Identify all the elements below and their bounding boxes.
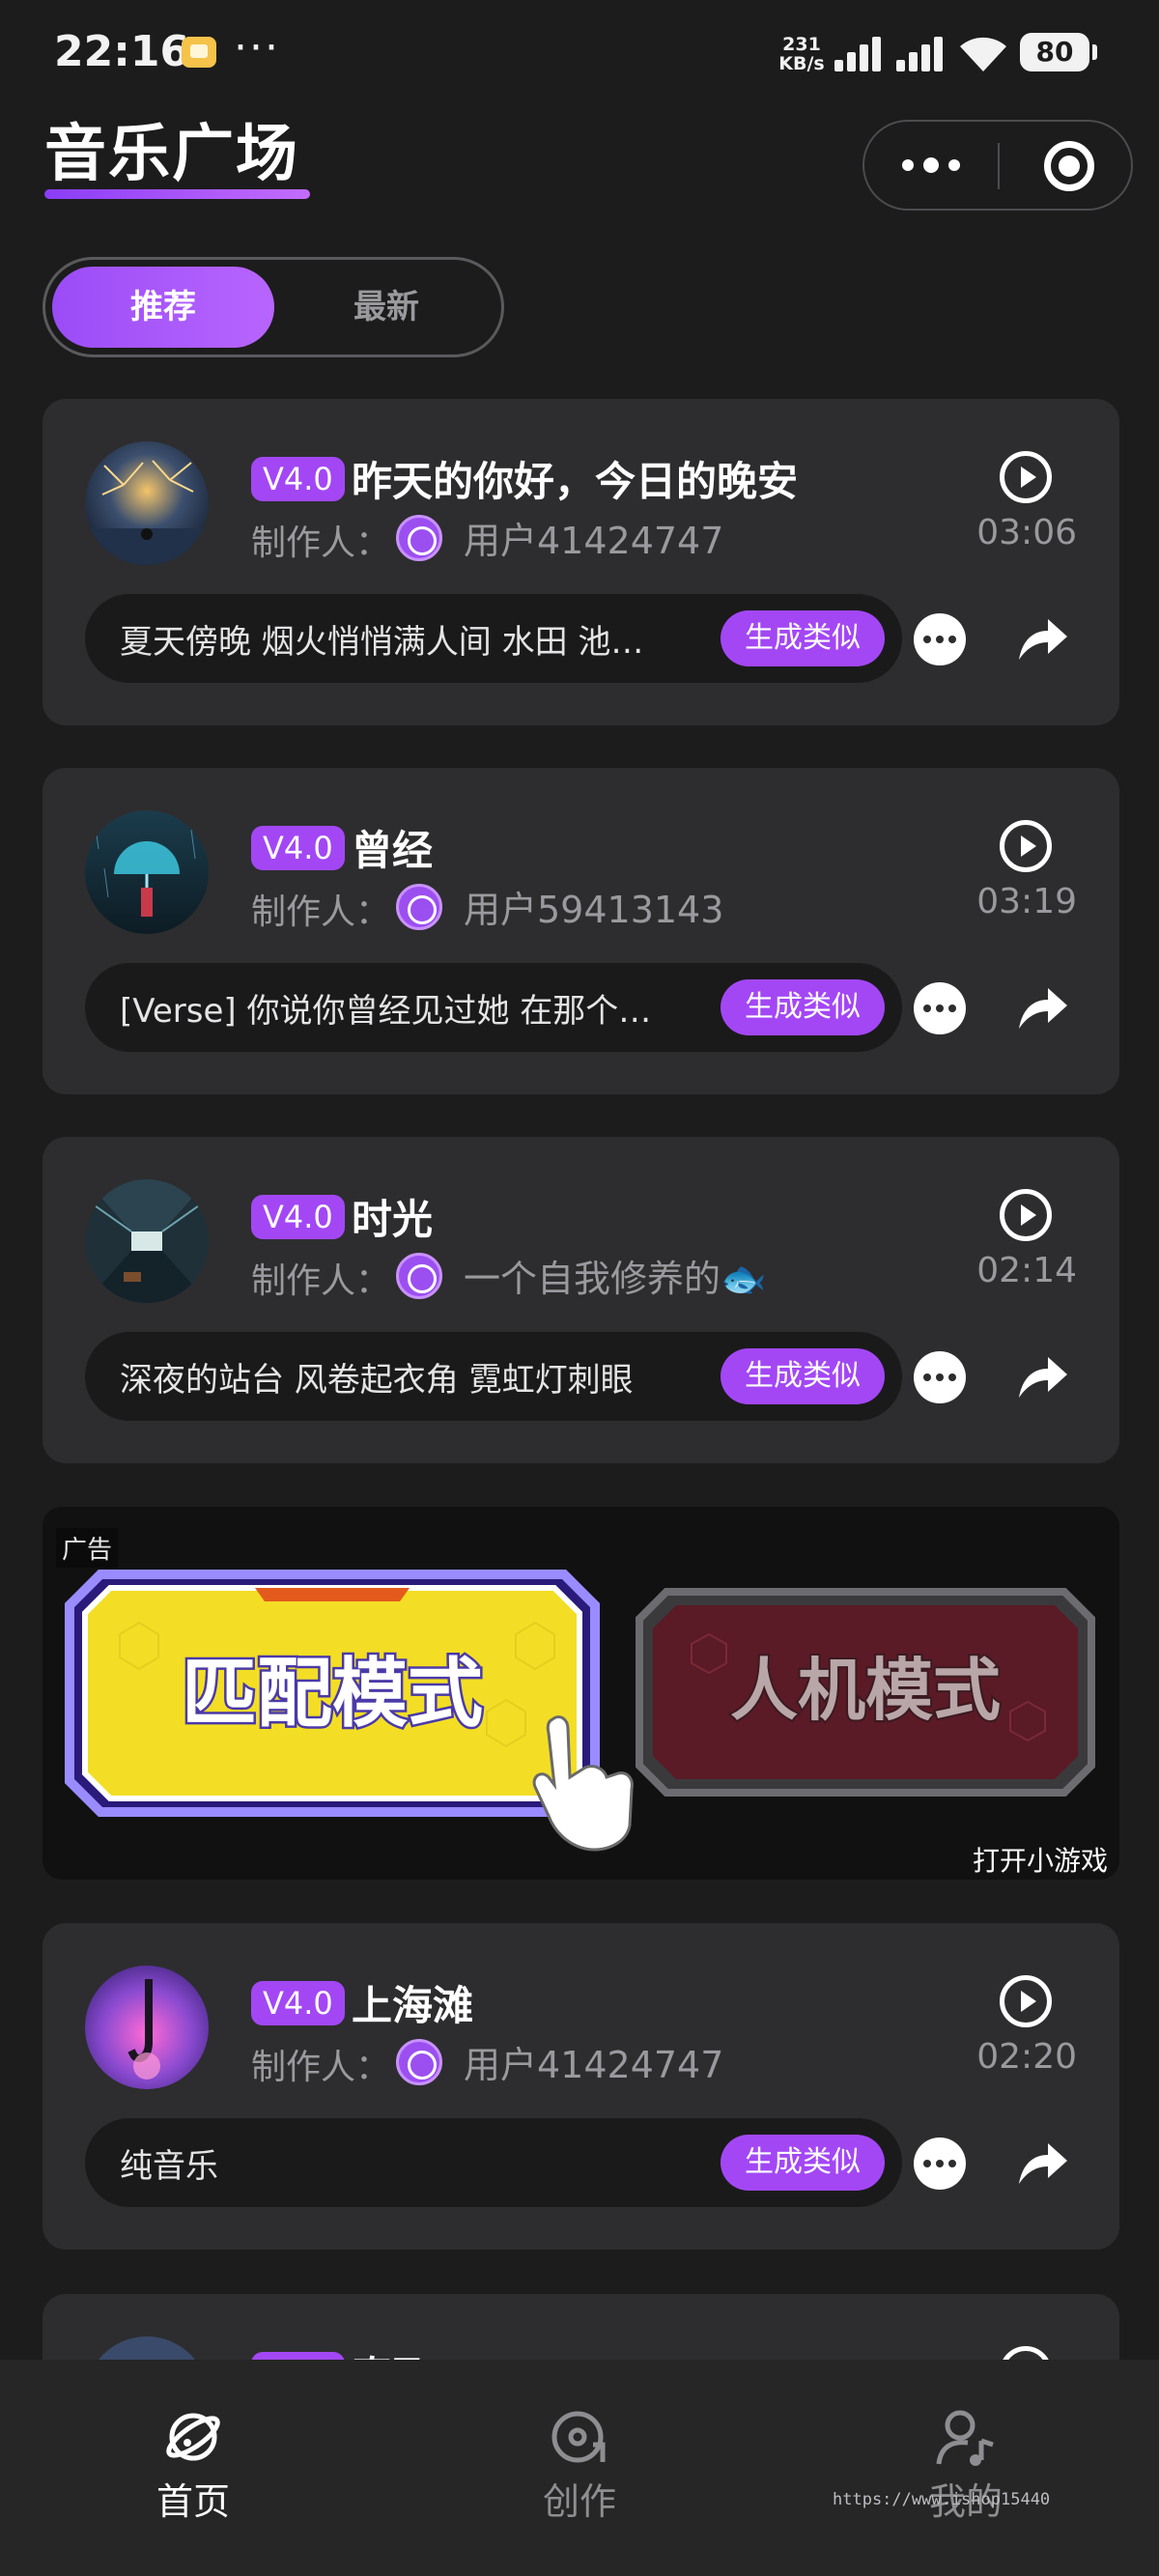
- song-cover[interactable]: [85, 441, 209, 565]
- song-duration: 02:20: [976, 2037, 1077, 2077]
- network-speed: 231 KB/s: [778, 34, 825, 74]
- tab-recommended[interactable]: 推荐: [52, 267, 274, 348]
- maker-avatar: [396, 884, 442, 930]
- lyrics-preview[interactable]: 纯音乐 生成类似: [85, 2118, 902, 2207]
- song-card[interactable]: V4.0 上海滩 制作人： 用户41424747 02:20 纯音乐 生成类似: [42, 1923, 1119, 2250]
- maker-label: 制作人：: [251, 892, 391, 932]
- song-duration: 03:06: [976, 513, 1077, 552]
- version-badge: V4.0: [251, 457, 345, 501]
- ad-banner[interactable]: 匹配模式 人机模式 广告 打开小游戏: [42, 1507, 1119, 1880]
- planet-icon: [166, 2413, 220, 2461]
- signal-icon: [834, 37, 885, 71]
- match-mode-graphic[interactable]: 匹配模式: [62, 1567, 603, 1820]
- song-card[interactable]: V4.0 昨天的你好，今日的晚安 制作人： 用户41424747 03:06 夏…: [42, 399, 1119, 725]
- more-icon[interactable]: [914, 982, 966, 1034]
- bottom-nav: 首页 创作 我的: [0, 2360, 1159, 2576]
- song-duration: 02:14: [976, 1251, 1077, 1290]
- disc-icon: [551, 2411, 606, 2463]
- play-icon[interactable]: [1000, 451, 1052, 503]
- ad-label[interactable]: 广告: [56, 1528, 119, 1568]
- battery-icon: 80: [1020, 33, 1097, 71]
- maker-label: 制作人：: [251, 1261, 391, 1301]
- status-time: 22:16: [54, 27, 190, 76]
- song-cover[interactable]: [85, 810, 209, 934]
- song-cover[interactable]: [85, 1966, 209, 2089]
- mini-program-capsule: [862, 120, 1133, 211]
- share-icon[interactable]: [1013, 978, 1071, 1036]
- generate-similar-button[interactable]: 生成类似: [721, 2135, 885, 2191]
- version-badge: V4.0: [251, 1195, 345, 1239]
- share-icon[interactable]: [1013, 2134, 1071, 2192]
- maker-avatar: [396, 2039, 442, 2085]
- more-options-icon[interactable]: [864, 122, 998, 209]
- lyrics-text: 深夜的站台 风卷起衣角 霓虹灯刺眼: [120, 1361, 634, 1400]
- lyrics-text: 夏天傍晚 烟火悄悄满人间 水田 池塘 晚风: [120, 623, 670, 662]
- lyrics-preview[interactable]: [Verse] 你说你曾经见过她 在那个雨夜 生成类似: [85, 963, 902, 1052]
- generate-similar-button[interactable]: 生成类似: [721, 979, 885, 1035]
- maker-label: 制作人：: [251, 2048, 391, 2087]
- status-bar: 22:16 ··· 231 KB/s 80: [0, 0, 1159, 97]
- ai-mode-text: 人机模式: [730, 1651, 1001, 1730]
- more-icon[interactable]: [914, 613, 966, 665]
- maker-name[interactable]: 一个自我修养的🐟: [464, 1249, 766, 1302]
- version-badge: V4.0: [251, 826, 345, 870]
- ai-mode-graphic[interactable]: 人机模式: [634, 1586, 1097, 1798]
- signal-icon: [896, 37, 947, 71]
- more-icon[interactable]: [914, 1351, 966, 1403]
- nav-home[interactable]: 首页: [97, 2406, 290, 2525]
- maker-name[interactable]: 用户41424747: [464, 511, 723, 564]
- status-more-icon: ···: [234, 23, 280, 72]
- song-card[interactable]: V4.0 曾经 制作人： 用户59413143 03:19 [Verse] 你说…: [42, 768, 1119, 1094]
- song-title: 时光: [352, 1196, 434, 1243]
- generate-similar-button[interactable]: 生成类似: [721, 610, 885, 666]
- nav-label: 创作: [542, 2480, 616, 2523]
- generate-similar-button[interactable]: 生成类似: [721, 1348, 885, 1404]
- lyrics-preview[interactable]: 深夜的站台 风卷起衣角 霓虹灯刺眼 生成类似: [85, 1332, 902, 1421]
- play-icon[interactable]: [1000, 1975, 1052, 2027]
- open-mini-game-link[interactable]: 打开小游戏: [973, 1840, 1108, 1879]
- share-icon[interactable]: [1013, 1347, 1071, 1405]
- tab-latest[interactable]: 最新: [275, 267, 497, 348]
- lyrics-text: 纯音乐: [120, 2147, 218, 2186]
- more-icon[interactable]: [914, 2137, 966, 2190]
- page-title: 音乐广场: [44, 119, 299, 190]
- wifi-icon: [960, 37, 1006, 71]
- capsule-divider: [998, 143, 1000, 189]
- play-icon[interactable]: [1000, 820, 1052, 872]
- song-title: 昨天的你好，今日的晚安: [352, 458, 799, 505]
- maker-name[interactable]: 用户41424747: [464, 2035, 723, 2088]
- version-badge: V4.0: [251, 1981, 345, 2025]
- music-square-page: 22:16 ··· 231 KB/s 80 音乐广场 推荐 最新 V4.0 昨天…: [0, 0, 1159, 2576]
- song-duration: 03:19: [976, 882, 1077, 921]
- user-music-icon: [936, 2410, 994, 2466]
- nav-label: 首页: [155, 2480, 230, 2523]
- pointing-hand-icon: [532, 1715, 634, 1852]
- maker-name[interactable]: 用户59413143: [464, 880, 723, 933]
- close-target-icon[interactable]: [1044, 141, 1094, 191]
- maker-label: 制作人：: [251, 524, 391, 563]
- song-card[interactable]: V4.0 时光 制作人： 一个自我修养的🐟 02:14 深夜的站台 风卷起衣角 …: [42, 1137, 1119, 1463]
- maker-avatar: [396, 1253, 442, 1299]
- notes-app-icon: [182, 37, 216, 68]
- title-underline: [44, 189, 310, 199]
- song-title: 曾经: [352, 827, 434, 874]
- song-cover[interactable]: [85, 1179, 209, 1303]
- tab-switch: 推荐 最新: [42, 257, 504, 357]
- lyrics-preview[interactable]: 夏天傍晚 烟火悄悄满人间 水田 池塘 晚风 生成类似: [85, 594, 902, 683]
- song-title: 上海滩: [352, 1982, 474, 2029]
- play-icon[interactable]: [1000, 1189, 1052, 1241]
- lyrics-text: [Verse] 你说你曾经见过她 在那个雨夜: [120, 992, 670, 1031]
- share-icon[interactable]: [1013, 609, 1071, 667]
- watermark-text: https://www.ishop15440: [833, 2490, 1051, 2509]
- nav-create[interactable]: 创作: [483, 2406, 676, 2525]
- match-mode-text: 匹配模式: [182, 1651, 483, 1738]
- maker-avatar: [396, 515, 442, 561]
